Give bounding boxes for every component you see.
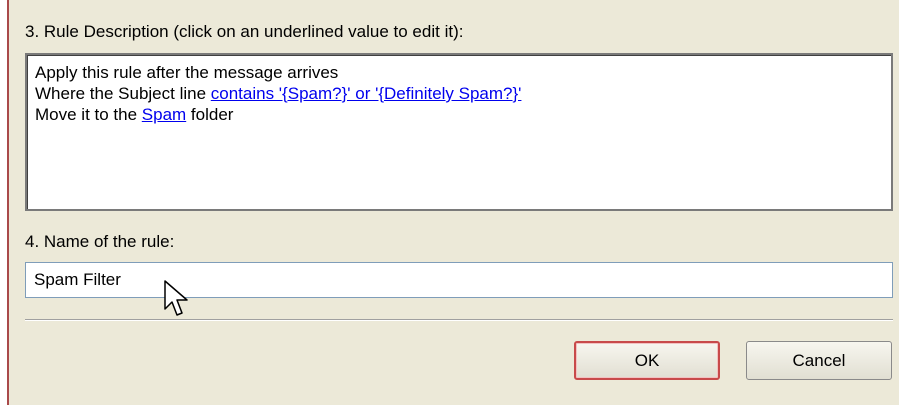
description-line-3-prefix: Move it to the [35,105,142,124]
rule-dialog: 3. Rule Description (click on an underli… [0,0,899,405]
description-line-3: Move it to the Spam folder [35,104,883,125]
divider [25,319,893,321]
rule-description-label: 3. Rule Description (click on an underli… [25,22,464,41]
ok-button[interactable]: OK [574,341,720,380]
description-line-2: Where the Subject line contains '{Spam?}… [35,83,883,104]
subject-condition-link[interactable]: contains '{Spam?}' or '{Definitely Spam?… [211,84,522,103]
description-line-1: Apply this rule after the message arrive… [35,62,883,83]
description-line-1-text: Apply this rule after the message arrive… [35,63,339,82]
description-line-2-text: Where the Subject line [35,84,211,103]
window-left-edge [0,0,9,405]
description-line-3-suffix: folder [186,105,234,124]
target-folder-link[interactable]: Spam [142,105,186,124]
rule-name-input[interactable] [25,262,893,298]
rule-description-box: Apply this rule after the message arrive… [25,53,893,211]
rule-name-label: 4. Name of the rule: [25,232,175,251]
cancel-button[interactable]: Cancel [746,341,892,380]
